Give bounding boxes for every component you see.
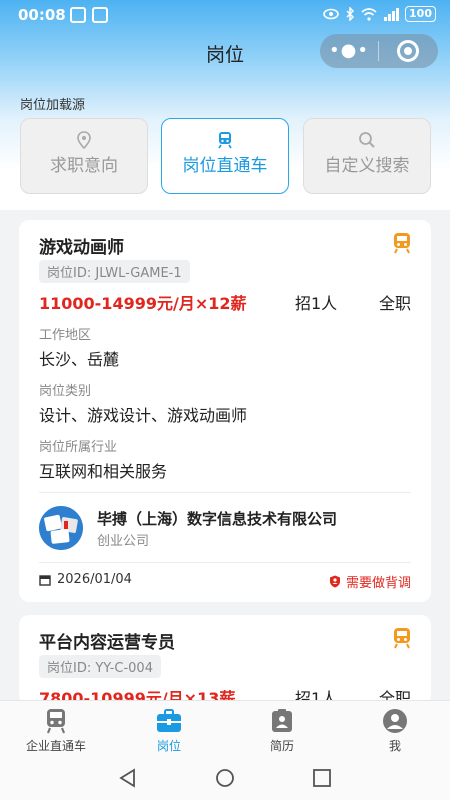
category-value: 设计、游戏设计、游戏动画师: [39, 406, 248, 425]
shield-person-icon: [329, 575, 340, 588]
mini-program-capsule: •●•: [320, 34, 438, 68]
status-bar: 00:08 100: [0, 0, 450, 30]
recents-icon[interactable]: [312, 768, 332, 792]
background-check-text: 需要做背调: [345, 576, 411, 591]
source-search-button[interactable]: 自定义搜索: [303, 118, 431, 194]
salary: 11000-14999元/月×12薪: [39, 294, 247, 313]
train-icon: [162, 119, 288, 149]
job-title: 游戏动画师: [39, 238, 124, 258]
post-date-text: 2026/01/04: [57, 572, 132, 587]
system-nav-bar: [0, 758, 450, 800]
eye-icon: [323, 8, 339, 20]
status-right: 100: [323, 6, 436, 22]
company-type: 创业公司: [97, 534, 150, 549]
tab-label: 简历: [269, 739, 294, 753]
divider: [39, 562, 411, 563]
notification-icon: [70, 7, 86, 23]
more-menu-button[interactable]: •●•: [320, 34, 378, 68]
status-time: 00:08: [18, 6, 66, 24]
briefcase-icon: [113, 707, 225, 735]
company-logo: [39, 506, 83, 550]
source-intent-button[interactable]: 求职意向: [20, 118, 148, 194]
resume-icon: [226, 707, 338, 735]
search-icon: [304, 119, 430, 148]
bluetooth-icon: [346, 7, 355, 21]
source-direct-label: 岗位直通车: [182, 156, 268, 176]
home-icon[interactable]: [215, 768, 235, 792]
category-label: 岗位类别: [39, 384, 92, 399]
job-title: 平台内容运营专员: [39, 633, 175, 653]
company-name: 毕搏（上海）数字信息技术有限公司: [97, 510, 338, 528]
tab-profile[interactable]: 我: [339, 707, 450, 754]
source-label: 岗位加载源: [20, 98, 86, 113]
tab-company-direct[interactable]: 企业直通车: [0, 707, 112, 754]
source-direct-button[interactable]: 岗位直通车: [161, 118, 289, 194]
area-label: 工作地区: [39, 328, 92, 343]
industry-value: 互联网和相关服务: [39, 462, 168, 481]
job-card[interactable]: 平台内容运营专员 岗位ID: YY-C-004 7800-10999元/月×13…: [19, 615, 431, 708]
notification-icons: [70, 7, 108, 23]
background-check-tag: 需要做背调: [329, 572, 411, 591]
tab-label: 我: [388, 739, 401, 753]
calendar-icon: [39, 574, 51, 586]
employment-type: 全职: [378, 294, 411, 313]
job-id-badge: 岗位ID: JLWL-GAME-1: [39, 260, 190, 283]
train-icon: [393, 627, 411, 653]
divider: [39, 492, 411, 493]
source-search-label: 自定义搜索: [324, 156, 410, 176]
job-id-badge: 岗位ID: YY-C-004: [39, 655, 161, 678]
wifi-icon: [361, 7, 377, 21]
target-icon: [397, 40, 419, 62]
tab-resume[interactable]: 简历: [226, 707, 338, 754]
post-date: 2026/01/04: [39, 572, 132, 587]
area-value: 长沙、岳麓: [39, 350, 120, 369]
battery-icon: 100: [405, 6, 436, 22]
app-notification-icon: [92, 7, 108, 23]
job-card[interactable]: 游戏动画师 岗位ID: JLWL-GAME-1 11000-14999元/月×1…: [19, 220, 431, 602]
tab-jobs[interactable]: 岗位: [113, 707, 225, 754]
close-mini-program-button[interactable]: [379, 40, 437, 62]
train-icon: [393, 232, 411, 258]
location-icon: [21, 119, 147, 150]
profile-icon: [339, 707, 450, 735]
train-icon: [0, 707, 112, 735]
tab-label: 企业直通车: [25, 739, 86, 753]
signal-icon: [384, 7, 400, 21]
source-intent-label: 求职意向: [50, 156, 118, 176]
back-icon[interactable]: [118, 768, 138, 792]
headcount: 招1人: [295, 294, 338, 313]
tab-label: 岗位: [156, 739, 181, 753]
industry-label: 岗位所属行业: [39, 440, 118, 455]
bottom-tab-bar: 企业直通车 岗位 简历 我: [0, 700, 450, 758]
